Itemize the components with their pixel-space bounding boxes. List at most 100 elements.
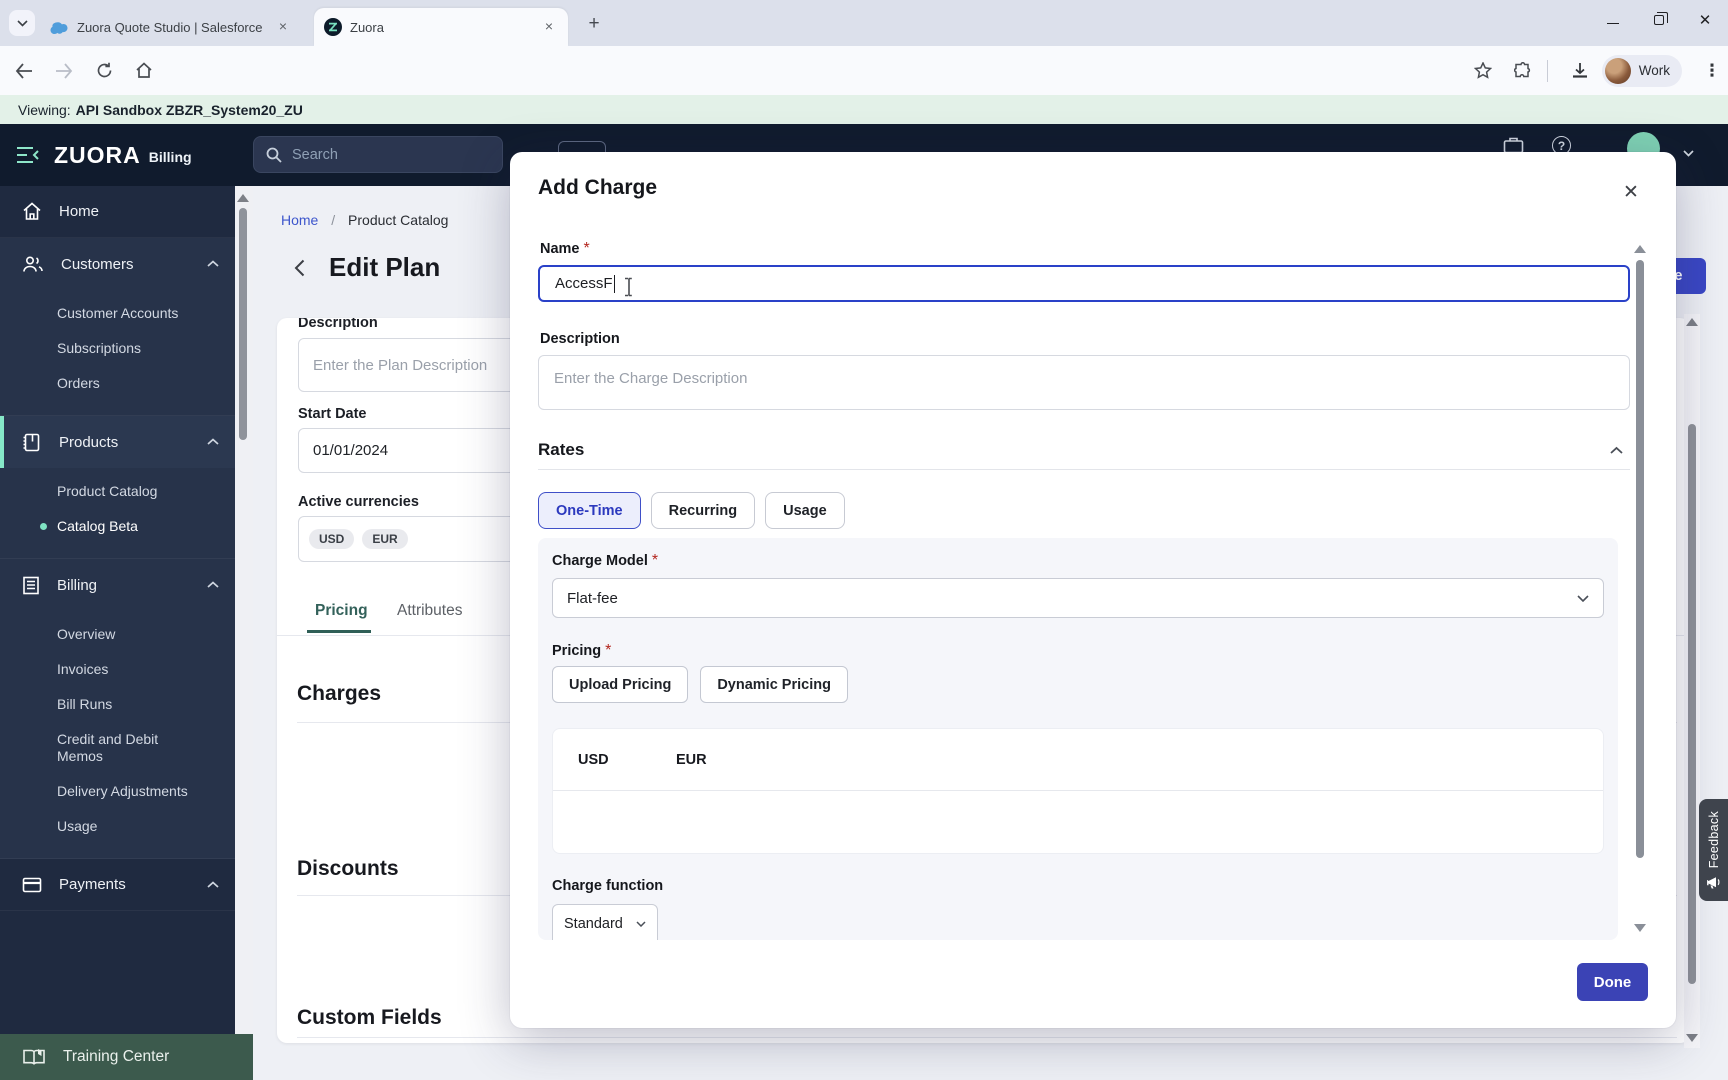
sidebar-item-bill-runs[interactable]: Bill Runs	[0, 687, 235, 722]
window-restore-button[interactable]	[1636, 0, 1682, 40]
tab-title: Zuora	[350, 19, 384, 35]
sidebar-group-products: Products Product Catalog Catalog Beta	[0, 416, 235, 559]
charge-type-one-time[interactable]: One-Time	[538, 492, 641, 529]
salesforce-cloud-icon	[50, 21, 68, 34]
scroll-up-arrow[interactable]	[1686, 318, 1698, 326]
sidebar-scrollbar[interactable]	[235, 186, 253, 1034]
sidebar-item-invoices[interactable]: Invoices	[0, 652, 235, 687]
charge-function-select[interactable]: Standard	[552, 904, 658, 940]
page-scrollbar[interactable]	[1684, 314, 1700, 1048]
charge-model-select[interactable]: Flat-fee	[552, 578, 1604, 618]
sidebar-item-payments[interactable]: Payments	[0, 859, 235, 911]
tab-search-button[interactable]	[9, 10, 35, 36]
required-asterisk: *	[583, 240, 590, 257]
extensions-button[interactable]	[1507, 55, 1539, 87]
browser-menu-button[interactable]: ⋮	[1696, 55, 1728, 87]
currency-chip-usd: USD	[309, 529, 355, 549]
modal-close-button[interactable]: ✕	[1618, 180, 1644, 206]
modal-scroll-down-arrow[interactable]	[1634, 924, 1646, 932]
charge-name-value: AccessF	[555, 275, 613, 292]
collapse-rates-icon[interactable]	[1610, 446, 1623, 454]
charge-type-recurring[interactable]: Recurring	[650, 492, 756, 529]
done-button[interactable]: Done	[1577, 963, 1648, 1001]
sidebar-item-catalog-beta[interactable]: Catalog Beta	[0, 509, 235, 544]
reload-button[interactable]	[88, 55, 120, 87]
home-button[interactable]	[128, 55, 160, 87]
sidebar-item-customers[interactable]: Customers	[0, 238, 235, 290]
breadcrumb-home-link[interactable]: Home	[281, 212, 318, 228]
back-chevron-icon[interactable]	[294, 259, 305, 277]
payments-icon	[22, 877, 42, 892]
bookmark-button[interactable]	[1467, 55, 1499, 87]
section-discounts: Discounts	[297, 857, 399, 880]
scrollbar-thumb[interactable]	[1688, 424, 1696, 984]
required-asterisk: *	[651, 552, 659, 569]
rates-table-empty-row[interactable]	[553, 791, 1603, 853]
upload-pricing-button[interactable]: Upload Pricing	[552, 666, 689, 703]
charge-name-input[interactable]: AccessF	[538, 265, 1630, 302]
tab-pricing[interactable]: Pricing	[315, 602, 368, 620]
tab-salesforce[interactable]: Zuora Quote Studio | Salesforce ×	[40, 8, 302, 46]
download-icon	[1572, 62, 1587, 78]
sidebar-item-billing[interactable]: Billing	[0, 559, 235, 611]
window-close-button[interactable]: ✕	[1682, 0, 1728, 40]
tab-attributes[interactable]: Attributes	[397, 602, 462, 620]
dynamic-pricing-button[interactable]: Dynamic Pricing	[700, 666, 848, 703]
sidebar-item-customer-accounts[interactable]: Customer Accounts	[0, 296, 235, 331]
start-date-value: 01/01/2024	[313, 442, 389, 459]
sidebar-item-product-catalog[interactable]: Product Catalog	[0, 474, 235, 509]
sidebar-item-label: Home	[59, 203, 100, 220]
sidebar-item-subscriptions[interactable]: Subscriptions	[0, 331, 235, 366]
modal-scroll-up-arrow[interactable]	[1634, 245, 1646, 253]
sidebar-sublist-billing: Overview Invoices Bill Runs Credit and D…	[0, 611, 235, 858]
pricing-buttons-row: Upload Pricing Dynamic Pricing	[552, 666, 848, 703]
chevron-up-icon	[207, 581, 219, 588]
tab-close-icon[interactable]: ×	[274, 18, 292, 36]
window-minimize-button[interactable]	[1590, 0, 1636, 40]
environment-banner: Viewing: API Sandbox ZBZR_System20_ZU	[0, 95, 1728, 124]
window-controls: ✕	[1590, 0, 1728, 40]
user-menu-caret-icon[interactable]	[1683, 150, 1694, 157]
name-label: Name	[540, 241, 580, 257]
sidebar-item-usage[interactable]: Usage	[0, 809, 235, 844]
feedback-label: Feedback	[1706, 811, 1721, 869]
column-usd: USD	[578, 751, 609, 768]
training-book-icon	[23, 1048, 45, 1065]
breadcrumb: Home / Product Catalog	[281, 212, 448, 228]
scrollbar-thumb[interactable]	[239, 208, 247, 440]
back-button[interactable]	[8, 55, 40, 87]
breadcrumb-separator: /	[331, 212, 336, 228]
sidebar-item-delivery-adjustments[interactable]: Delivery Adjustments	[0, 774, 235, 809]
collapse-sidebar-icon[interactable]	[16, 146, 40, 164]
sidebar-item-training-center[interactable]: Training Center	[0, 1034, 253, 1080]
browser-profile-button[interactable]: Work	[1601, 54, 1682, 87]
page-title-row: Edit Plan	[294, 252, 440, 283]
back-arrow-icon	[15, 62, 32, 79]
sidebar-item-orders[interactable]: Orders	[0, 366, 235, 401]
new-tab-button[interactable]: +	[582, 13, 606, 35]
forward-button[interactable]	[48, 55, 80, 87]
sidebar-group-customers: Customers Customer Accounts Subscription…	[0, 238, 235, 416]
charge-description-input[interactable]: Enter the Charge Description	[538, 355, 1630, 410]
charge-function-value: Standard	[564, 916, 623, 932]
global-search-input[interactable]: Search	[253, 136, 503, 173]
feedback-tab[interactable]: Feedback	[1699, 799, 1728, 901]
sidebar-item-label: Billing	[57, 576, 98, 594]
charge-type-usage[interactable]: Usage	[765, 492, 845, 529]
zuora-logo: ZUORA	[54, 141, 141, 168]
charge-function-label: Charge function	[552, 878, 664, 894]
sidebar-item-overview[interactable]: Overview	[0, 617, 235, 652]
scroll-up-arrow[interactable]	[237, 194, 249, 202]
scroll-down-arrow[interactable]	[1686, 1034, 1698, 1042]
reload-icon	[97, 62, 111, 78]
downloads-button[interactable]	[1564, 55, 1596, 87]
chevron-up-icon	[207, 438, 219, 445]
rates-table: USD EUR	[552, 728, 1604, 854]
tab-close-icon[interactable]: ×	[540, 18, 558, 36]
modal-scrollbar-thumb[interactable]	[1636, 260, 1644, 858]
sidebar-item-products[interactable]: Products	[0, 416, 235, 468]
charge-type-segments: One-Time Recurring Usage	[538, 492, 845, 529]
tab-zuora[interactable]: Zuora ×	[314, 8, 568, 46]
sidebar-item-credit-debit-memos[interactable]: Credit and Debit Memos	[0, 722, 210, 774]
sidebar-item-home[interactable]: Home	[0, 186, 235, 238]
